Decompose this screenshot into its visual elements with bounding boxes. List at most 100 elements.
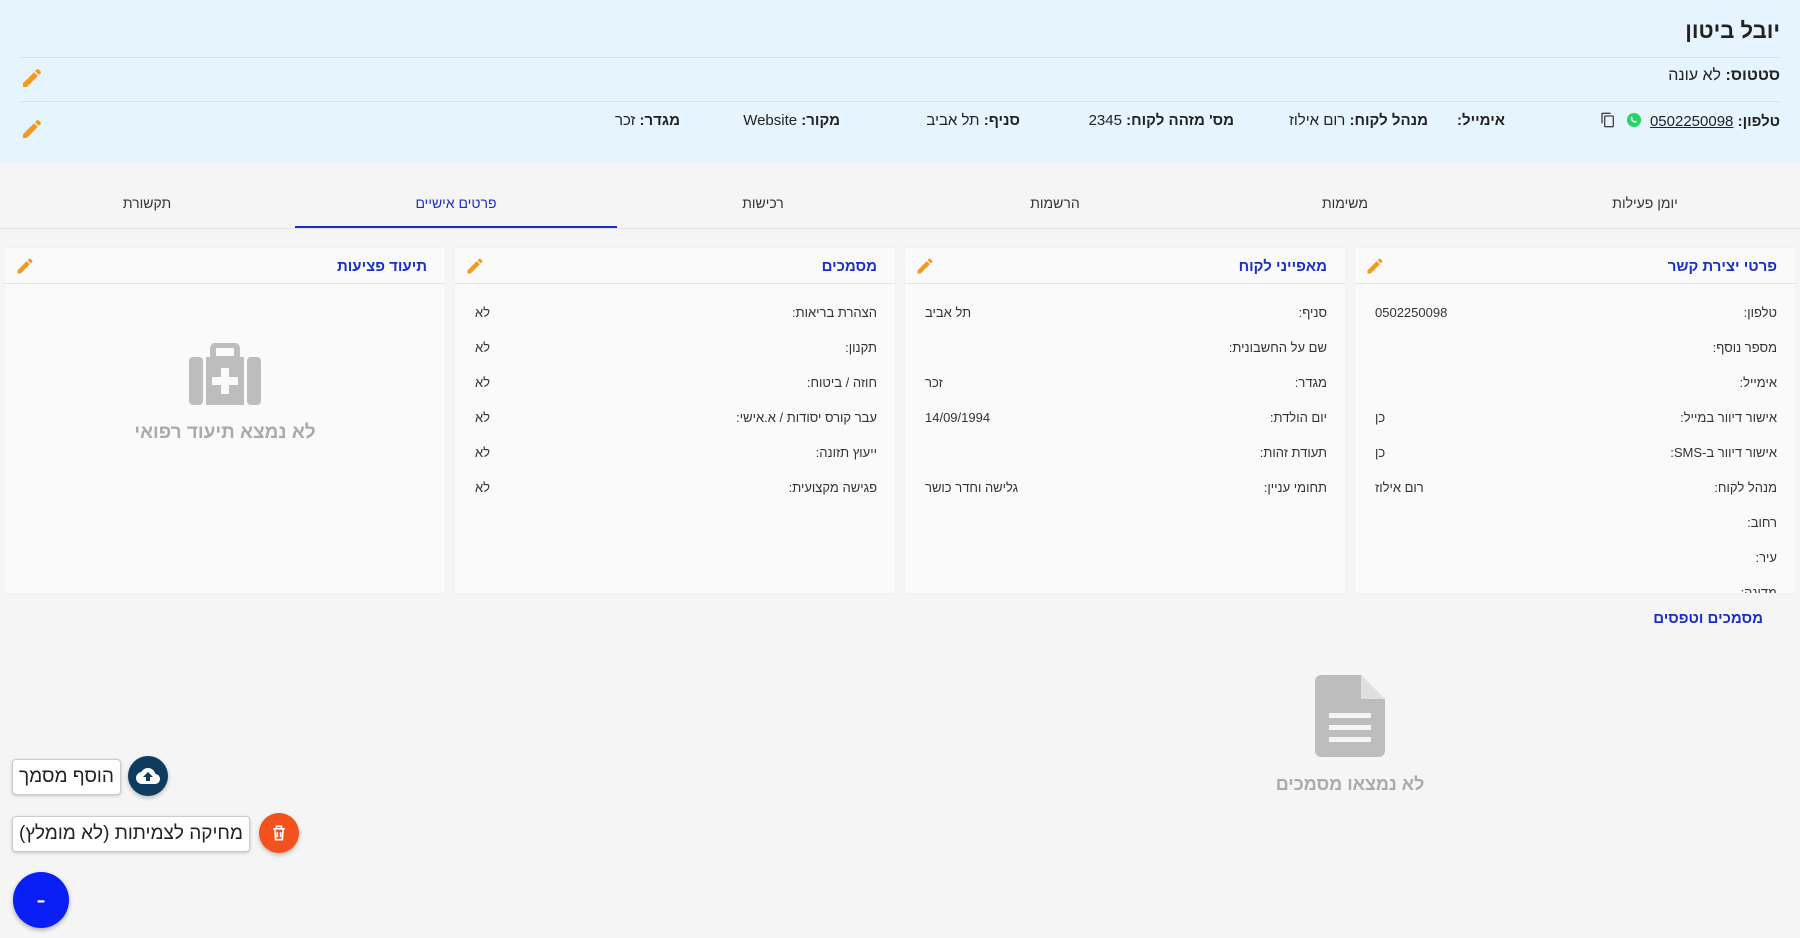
branch-label: סניף: <box>983 112 1020 129</box>
delete-forever-label[interactable]: מחיקה לצמיתות (לא מומלץ) <box>12 816 250 852</box>
delete-forever-button[interactable] <box>259 813 299 853</box>
field-value: תל אביב <box>925 305 972 320</box>
field-row: עבר קורס יסודות / א.אישי: לא <box>455 410 895 430</box>
tab-purchases[interactable]: רכישות <box>618 180 908 226</box>
status-label: סטטוס: <box>1725 67 1780 84</box>
toggle-actions-button[interactable]: - <box>13 872 69 928</box>
add-document-label[interactable]: הוסף מסמך <box>12 759 121 795</box>
field-label: מספר נוסף: <box>1712 340 1777 355</box>
status-value: לא עונה <box>1668 67 1722 84</box>
field-row: ייעוץ תזונה: לא <box>455 445 895 465</box>
field-value: 14/09/1994 <box>925 410 991 425</box>
medical-kit-icon <box>5 342 445 410</box>
field-label: סניף: <box>1298 305 1327 320</box>
field-row: מנהל לקוח: רום אילוז <box>1355 480 1795 500</box>
customer-id-field: מס' מזהה לקוח: 2345 <box>1089 112 1234 129</box>
field-row: פגישה מקצועית: לא <box>455 480 895 500</box>
email-label: אימייל: <box>1457 112 1505 129</box>
field-value: 0502250098 <box>1375 305 1448 320</box>
card-title: פרטי יצירת קשר <box>1667 258 1777 275</box>
edit-status-icon[interactable] <box>20 66 44 90</box>
field-label: יום הולדת: <box>1269 410 1327 425</box>
edit-characteristics-icon[interactable] <box>915 256 935 276</box>
card-header: תיעוד פציעות <box>5 248 445 284</box>
branch-value: תל אביב <box>926 112 980 129</box>
field-row: עיר: <box>1355 550 1795 570</box>
card-customer-characteristics: מאפייני לקוח סניף: תל אביב שם על החשבונית… <box>905 248 1345 593</box>
field-row: תחומי עניין: גלישה וחדר כושר <box>905 480 1345 500</box>
field-label: תקנון: <box>845 340 877 355</box>
field-value: לא <box>475 340 491 355</box>
gender-label: מגדר: <box>639 112 680 129</box>
whatsapp-icon[interactable] <box>1626 112 1642 132</box>
field-label: אישור דיוור במייל: <box>1680 410 1777 425</box>
tab-tasks[interactable]: משימות <box>1200 180 1490 226</box>
edit-contact-icon[interactable] <box>1365 256 1385 276</box>
field-value: רום אילוז <box>1375 480 1424 495</box>
manager-label: מנהל לקוח: <box>1349 112 1428 129</box>
field-label: עבר קורס יסודות / א.אישי: <box>736 410 877 425</box>
card-title: תיעוד פציעות <box>337 258 427 275</box>
card-injury-records: תיעוד פציעות לא נמצא תיעוד רפואי <box>5 248 445 593</box>
field-label: עיר: <box>1755 550 1778 565</box>
edit-injuries-icon[interactable] <box>15 256 35 276</box>
status-row: סטטוס: לא עונה <box>1668 67 1780 85</box>
tab-communication[interactable]: תקשורת <box>2 180 292 226</box>
field-label: שם על החשבונית: <box>1228 340 1327 355</box>
copy-icon[interactable] <box>1600 112 1616 132</box>
field-row: תעודת זהות: <box>905 445 1345 465</box>
divider <box>20 57 1780 58</box>
card-documents: מסמכים הצהרת בריאות: לא תקנון: לא חוזה / ב… <box>455 248 895 593</box>
field-label: ייעוץ תזונה: <box>815 445 877 460</box>
source-label: מקור: <box>801 112 840 129</box>
field-value: לא <box>475 445 491 460</box>
upload-document-button[interactable] <box>128 756 168 796</box>
field-label: חוזה / ביטוח: <box>806 375 877 390</box>
phone-field: טלפון: 0502250098 <box>1600 112 1780 132</box>
field-label: תעודת זהות: <box>1259 445 1327 460</box>
email-field: אימייל: <box>1457 112 1505 129</box>
field-label: מנהל לקוח: <box>1714 480 1777 495</box>
document-icon <box>1230 675 1470 762</box>
field-row: רחוב: <box>1355 515 1795 535</box>
field-label: טלפון: <box>1743 305 1777 320</box>
field-label: מדינה: <box>1740 585 1777 593</box>
edit-documents-icon[interactable] <box>465 256 485 276</box>
field-label: אימייל: <box>1739 375 1777 390</box>
field-row: טלפון: 0502250098 <box>1355 305 1795 325</box>
tab-activity-log[interactable]: יומן פעילות <box>1500 180 1790 226</box>
cloud-upload-icon <box>136 768 160 784</box>
phone-label: טלפון: <box>1737 112 1780 130</box>
tab-personal-details[interactable]: פרטים אישיים <box>295 180 617 228</box>
empty-documents-state: לא נמצאו מסמכים <box>1230 675 1470 795</box>
field-row: אישור דיוור במייל: כן <box>1355 410 1795 430</box>
customer-id-label: מס' מזהה לקוח: <box>1126 112 1234 129</box>
field-row: מספר נוסף: <box>1355 340 1795 360</box>
tab-registrations[interactable]: הרשמות <box>910 180 1200 226</box>
field-row: תקנון: לא <box>455 340 895 360</box>
tab-bar: יומן פעילות משימות הרשמות רכישות פרטים א… <box>0 180 1800 229</box>
empty-documents-text: לא נמצאו מסמכים <box>1275 774 1425 794</box>
field-label: הצהרת בריאות: <box>792 305 877 320</box>
field-label: פגישה מקצועית: <box>788 480 877 495</box>
card-header: מאפייני לקוח <box>905 248 1345 284</box>
gender-value: זכר <box>614 112 636 129</box>
field-row: הצהרת בריאות: לא <box>455 305 895 325</box>
field-row: מדינה: <box>1355 585 1795 593</box>
branch-field: סניף: תל אביב <box>926 112 1020 129</box>
card-title: מסמכים <box>821 258 877 275</box>
phone-link[interactable]: 0502250098 <box>1650 113 1733 130</box>
field-value: כן <box>1375 410 1386 425</box>
empty-medical-state: לא נמצא תיעוד רפואי <box>5 342 445 444</box>
divider <box>20 101 1780 102</box>
edit-details-icon[interactable] <box>20 117 44 141</box>
field-row: מגדר: זכר <box>905 375 1345 395</box>
card-header: מסמכים <box>455 248 895 284</box>
trash-icon <box>273 825 285 841</box>
customer-name: יובל ביטון <box>1685 18 1780 43</box>
field-label: רחוב: <box>1747 515 1777 530</box>
manager-field: מנהל לקוח: רום אילוז <box>1289 112 1428 129</box>
card-header: פרטי יצירת קשר <box>1355 248 1795 284</box>
documents-forms-title: מסמכים וטפסים <box>1653 610 1763 627</box>
field-value: לא <box>475 305 491 320</box>
